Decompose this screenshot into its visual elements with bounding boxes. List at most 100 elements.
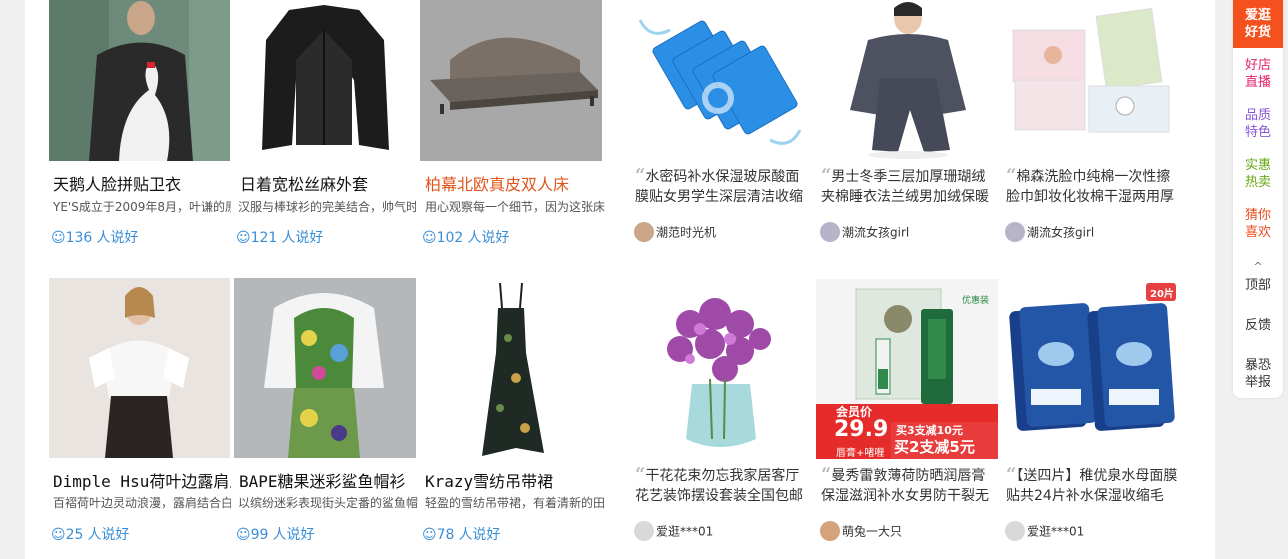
product-desc: 轻盈的雪纺吊带裙，有着清新的田 <box>425 496 606 510</box>
user-link[interactable]: 潮流女孩girl <box>1005 222 1094 242</box>
likes-count: 25 <box>65 527 84 543</box>
smile-icon: ☺ <box>51 230 66 246</box>
product-desc: 以缤纷迷彩表现街头定番的鲨鱼帽 <box>238 496 419 510</box>
likes-link[interactable]: ☺136 人说好 <box>51 227 138 247</box>
likes-link[interactable]: ☺25 人说好 <box>51 524 129 544</box>
product-image-bed[interactable] <box>420 0 602 161</box>
recommend-card[interactable]: “干花花束勿忘我家居客厅花艺装饰摆设套装全国包邮 爱逛***01 <box>630 279 812 549</box>
recommend-card[interactable]: 20片 “【送四片】稚优泉水母面膜贴共24片补水保湿收缩毛 爱逛***01 <box>1001 279 1183 549</box>
floating-sidebar: 爱逛 好货 好店 直播 品质 特色 实惠 热卖 猜你 喜欢 ^ 顶部 反馈 暴恐… <box>1233 0 1283 398</box>
product-title[interactable]: BAPE糖果迷彩鲨鱼帽衫 <box>239 468 420 492</box>
sidebar-item-guess[interactable]: 猜你 喜欢 <box>1233 207 1283 241</box>
product-image-pajamas[interactable] <box>816 0 998 160</box>
likes-count: 121 <box>250 230 278 246</box>
product-image-jellyfish-mask[interactable]: 20片 <box>1001 279 1183 459</box>
likes-link[interactable]: ☺99 人说好 <box>236 524 314 544</box>
product-title[interactable]: Krazy雪纺吊带裙 <box>425 468 606 492</box>
product-desc[interactable]: “棉森洗脸巾纯棉一次性擦脸巾卸妆化妆棉干湿两用厚 <box>1006 166 1182 206</box>
likes-count: 78 <box>436 527 455 543</box>
recommend-card[interactable]: 会员价 29.9 买3支减10元 买2支减5元 唇膏+啫喱 优惠装 “曼秀雷敦薄… <box>816 279 998 549</box>
product-desc: 用心观察每一个细节，因为这张床 <box>425 200 606 214</box>
likes-label: 人说好 <box>96 230 139 246</box>
quote-icon: “ <box>635 166 646 186</box>
product-desc[interactable]: “干花花束勿忘我家居客厅花艺装饰摆设套装全国包邮 <box>635 465 811 505</box>
smile-icon: ☺ <box>51 527 66 543</box>
quote-icon: “ <box>1006 166 1017 186</box>
product-card[interactable]: Krazy雪纺吊带裙 轻盈的雪纺吊带裙，有着清新的田 ☺78 人说好 <box>420 278 606 548</box>
user-name: 潮范时光机 <box>656 225 717 240</box>
likes-link[interactable]: ☺78 人说好 <box>422 524 500 544</box>
product-desc[interactable]: “男士冬季三层加厚珊瑚绒夹棉睡衣法兰绒男加绒保暖 <box>821 166 997 206</box>
likes-count: 99 <box>250 527 269 543</box>
user-name: 潮流女孩girl <box>842 225 910 240</box>
sidebar-item-report[interactable]: 暴恐 举报 <box>1233 357 1283 391</box>
quote-icon: “ <box>1006 465 1017 485</box>
user-avatar <box>1005 521 1025 541</box>
sidebar-item-quality[interactable]: 品质 特色 <box>1233 107 1283 141</box>
user-link[interactable]: 爱逛***01 <box>1005 521 1084 541</box>
user-name: 爱逛***01 <box>1027 524 1085 539</box>
product-card[interactable]: 天鹅人脸拼贴卫衣 YE'S成立于2009年8月，叶谦的原 ☺136 人说好 <box>49 0 231 250</box>
quote-icon: “ <box>821 166 832 186</box>
smile-icon: ☺ <box>236 527 251 543</box>
product-image-facemask[interactable] <box>630 0 812 160</box>
product-image-towels[interactable] <box>1001 0 1183 160</box>
user-name: 爱逛***01 <box>656 524 714 539</box>
user-link[interactable]: 萌兔一大只 <box>820 521 902 541</box>
product-desc: 汉服与棒球衫的完美结合，帅气时 <box>238 200 416 214</box>
product-desc[interactable]: “水密码补水保湿玻尿酸面膜贴女男学生深层清洁收缩 <box>635 166 811 206</box>
promo-line-3: 唇膏+啫喱 <box>836 448 885 459</box>
main-content: 天鹅人脸拼贴卫衣 YE'S成立于2009年8月，叶谦的原 ☺136 人说好 日着宽… <box>25 0 1215 559</box>
likes-label: 人说好 <box>467 230 510 246</box>
user-avatar <box>820 222 840 242</box>
product-desc[interactable]: “曼秀雷敦薄荷防晒润唇膏保湿滋润补水女男防干裂无 <box>821 465 997 505</box>
product-title[interactable]: 柏幕北欧真皮双人床 <box>425 171 606 195</box>
product-image-jacket[interactable] <box>234 0 416 161</box>
recommend-card[interactable]: “水密码补水保湿玻尿酸面膜贴女男学生深层清洁收缩 潮范时光机 <box>630 0 812 250</box>
product-image-hoodie[interactable] <box>234 278 416 458</box>
product-title[interactable]: 天鹅人脸拼贴卫衣 <box>53 171 231 195</box>
sidebar-item-feedback[interactable]: 反馈 <box>1233 317 1283 334</box>
product-card[interactable]: 日着宽松丝麻外套 汉服与棒球衫的完美结合，帅气时 ☺121 人说好 <box>234 0 416 250</box>
likes-label: 人说好 <box>281 230 324 246</box>
sidebar-item-top[interactable]: 顶部 <box>1233 277 1283 294</box>
recommend-card[interactable]: “男士冬季三层加厚珊瑚绒夹棉睡衣法兰绒男加绒保暖 潮流女孩girl <box>816 0 998 250</box>
chevron-up-icon[interactable]: ^ <box>1233 260 1283 273</box>
product-image-lipbalm[interactable]: 会员价 29.9 买3支减10元 买2支减5元 唇膏+啫喱 优惠装 <box>816 279 998 459</box>
product-card[interactable]: 柏幕北欧真皮双人床 用心观察每一个细节，因为这张床 ☺102 人说好 <box>420 0 606 250</box>
user-link[interactable]: 潮范时光机 <box>634 222 716 242</box>
likes-link[interactable]: ☺102 人说好 <box>422 227 509 247</box>
smile-icon: ☺ <box>236 230 251 246</box>
product-image-sweatshirt[interactable] <box>49 0 230 161</box>
user-avatar <box>634 521 654 541</box>
product-desc[interactable]: “【送四片】稚优泉水母面膜贴共24片补水保湿收缩毛 <box>1006 465 1182 505</box>
product-title[interactable]: 日着宽松丝麻外套 <box>240 171 416 195</box>
product-title[interactable]: Dimple Hsu荷叶边露肩上 <box>53 468 231 492</box>
product-desc: YE'S成立于2009年8月，叶谦的原 <box>53 200 231 214</box>
product-card[interactable]: Dimple Hsu荷叶边露肩上 百褶荷叶边灵动浪漫，露肩结合白 ☺25 人说好 <box>49 278 231 548</box>
likes-label: 人说好 <box>87 527 130 543</box>
recommend-card[interactable]: “棉森洗脸巾纯棉一次性擦脸巾卸妆化妆棉干湿两用厚 潮流女孩girl <box>1001 0 1183 250</box>
likes-label: 人说好 <box>458 527 501 543</box>
promo-line-2: 买2支减5元 <box>894 438 975 456</box>
product-image-top[interactable] <box>49 278 230 458</box>
lip-badge: 优惠装 <box>962 296 990 306</box>
sidebar-item-shop-live[interactable]: 好店 直播 <box>1233 57 1283 91</box>
likes-link[interactable]: ☺121 人说好 <box>236 227 323 247</box>
sidebar-item-hot-sale[interactable]: 实惠 热卖 <box>1233 157 1283 191</box>
user-avatar <box>820 521 840 541</box>
quote-icon: “ <box>635 465 646 485</box>
sidebar-top-aiguang[interactable]: 爱逛 好货 <box>1233 0 1283 48</box>
user-name: 萌兔一大只 <box>842 524 903 539</box>
smile-icon: ☺ <box>422 230 437 246</box>
user-link[interactable]: 爱逛***01 <box>634 521 713 541</box>
product-card[interactable]: BAPE糖果迷彩鲨鱼帽衫 以缤纷迷彩表现街头定番的鲨鱼帽 ☺99 人说好 <box>234 278 420 548</box>
likes-label: 人说好 <box>272 527 315 543</box>
user-name: 潮流女孩girl <box>1027 225 1095 240</box>
member-price: 29.9 <box>834 417 889 442</box>
product-image-dress[interactable] <box>420 278 602 458</box>
product-image-flowers[interactable] <box>630 279 812 459</box>
user-link[interactable]: 潮流女孩girl <box>820 222 909 242</box>
mask-count-badge: 20片 <box>1150 289 1174 300</box>
user-avatar <box>634 222 654 242</box>
